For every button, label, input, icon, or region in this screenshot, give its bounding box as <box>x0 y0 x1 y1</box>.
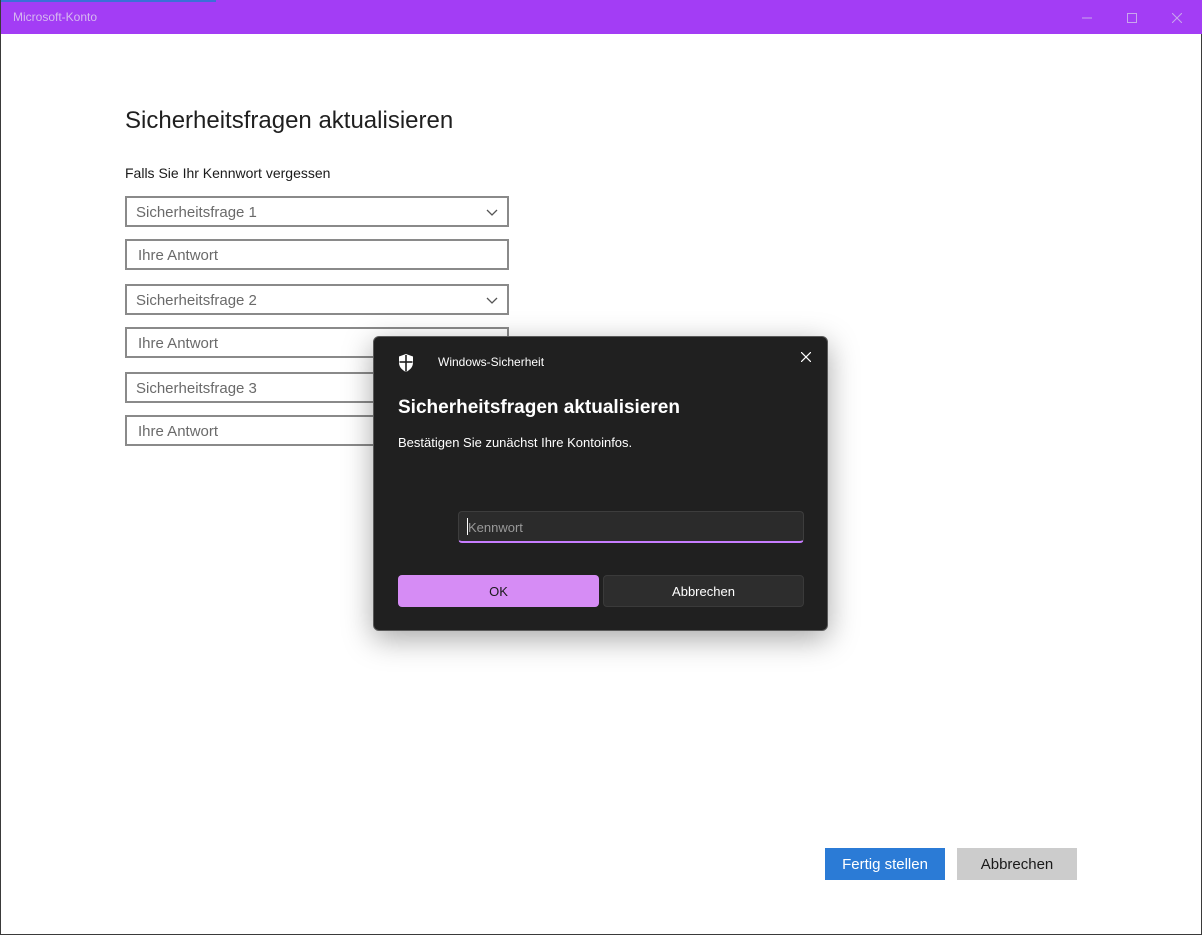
answer-1-placeholder: Ihre Antwort <box>138 247 219 264</box>
microsoft-account-window: Microsoft-Konto Sicherheitsfragen aktual… <box>0 0 1202 935</box>
dialog-description: Bestätigen Sie zunächst Ihre Kontoinfos. <box>398 435 633 450</box>
security-question-2-value: Sicherheitsfrage 2 <box>136 292 257 309</box>
dialog-close-button[interactable] <box>796 347 816 367</box>
section-subheading: Falls Sie Ihr Kennwort vergessen <box>125 165 331 181</box>
minimize-button[interactable] <box>1065 4 1109 32</box>
chevron-down-icon <box>486 297 498 304</box>
answer-3-placeholder: Ihre Antwort <box>138 423 219 440</box>
title-bar-accent-strip <box>1 0 216 2</box>
answer-2-placeholder: Ihre Antwort <box>138 335 219 352</box>
close-icon <box>1172 13 1182 23</box>
ok-button[interactable]: OK <box>398 575 599 607</box>
shield-icon <box>399 354 413 372</box>
password-placeholder: Kennwort <box>468 520 523 535</box>
dialog-cancel-button[interactable]: Abbrechen <box>603 575 804 607</box>
chevron-down-icon <box>486 209 498 216</box>
windows-security-dialog: Windows-Sicherheit Sicherheitsfragen akt… <box>373 336 828 631</box>
title-bar[interactable]: Microsoft-Konto <box>1 0 1202 34</box>
maximize-icon <box>1127 13 1137 23</box>
dialog-title: Sicherheitsfragen aktualisieren <box>398 397 680 418</box>
cancel-button[interactable]: Abbrechen <box>957 848 1077 880</box>
finish-button[interactable]: Fertig stellen <box>825 848 945 880</box>
dialog-app-name: Windows-Sicherheit <box>438 355 545 369</box>
security-question-1-value: Sicherheitsfrage 1 <box>136 204 257 221</box>
password-input[interactable]: Kennwort <box>458 511 804 543</box>
security-question-1-dropdown[interactable]: Sicherheitsfrage 1 <box>125 196 509 227</box>
minimize-icon <box>1082 17 1092 19</box>
security-question-2-dropdown[interactable]: Sicherheitsfrage 2 <box>125 284 509 315</box>
security-question-3-value: Sicherheitsfrage 3 <box>136 380 257 397</box>
close-icon <box>801 352 811 362</box>
close-window-button[interactable] <box>1155 4 1199 32</box>
page-title: Sicherheitsfragen aktualisieren <box>125 107 454 134</box>
window-title: Microsoft-Konto <box>13 10 98 24</box>
text-cursor <box>467 518 468 535</box>
answer-1-input[interactable]: Ihre Antwort <box>125 239 509 270</box>
maximize-button[interactable] <box>1110 4 1154 32</box>
